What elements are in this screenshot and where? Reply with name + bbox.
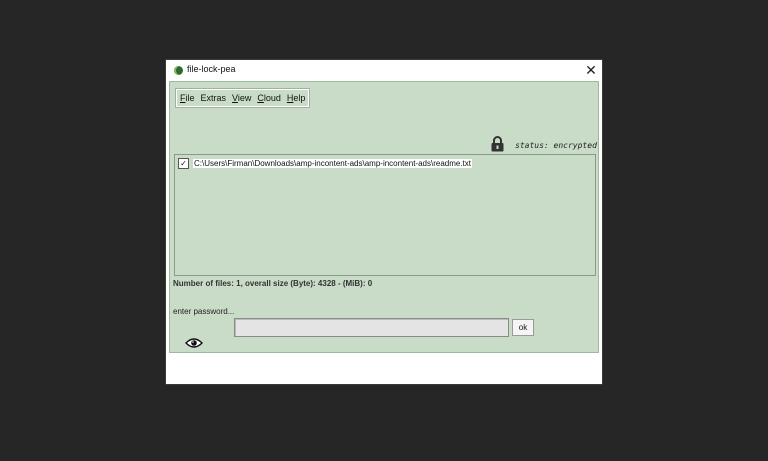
menu-view[interactable]: View <box>232 93 251 103</box>
encryption-status: status: encrypted <box>515 141 597 150</box>
eye-icon[interactable] <box>185 337 203 349</box>
file-summary: Number of files: 1, overall size (Byte):… <box>173 279 373 288</box>
list-item[interactable]: ✓ C:\Users\Firman\Downloads\amp-inconten… <box>178 157 473 169</box>
menu-extras[interactable]: Extras <box>201 93 227 103</box>
file-path: C:\Users\Firman\Downloads\amp-incontent-… <box>193 158 473 168</box>
app-logo-icon <box>174 66 183 75</box>
menu-file[interactable]: File <box>180 93 195 103</box>
status-strip <box>166 353 602 384</box>
password-field[interactable] <box>234 318 509 337</box>
password-label: enter password... <box>173 307 235 316</box>
menu-help[interactable]: Help <box>287 93 306 103</box>
app-window: file-lock-pea ✕ File Extras View Cloud H… <box>166 60 602 384</box>
window-title: file-lock-pea <box>187 64 236 74</box>
ok-button[interactable]: ok <box>512 319 534 336</box>
menu-cloud[interactable]: Cloud <box>257 93 281 103</box>
file-list[interactable]: ✓ C:\Users\Firman\Downloads\amp-inconten… <box>174 154 596 276</box>
file-checkbox[interactable]: ✓ <box>178 157 189 169</box>
main-panel: File Extras View Cloud Help status: encr… <box>169 81 599 353</box>
padlock-icon <box>491 136 504 152</box>
close-button[interactable]: ✕ <box>580 60 602 81</box>
menu-bar: File Extras View Cloud Help <box>175 88 311 108</box>
title-bar[interactable]: file-lock-pea ✕ <box>166 60 602 81</box>
